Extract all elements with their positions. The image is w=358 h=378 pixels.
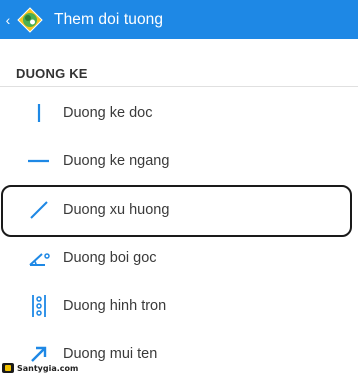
section-header: DUONG KE: [16, 66, 88, 81]
selection-highlight: [1, 185, 352, 237]
vertical-line-icon: [37, 104, 41, 122]
list-item-label: Duong ke doc: [63, 105, 153, 121]
angle-icon: [29, 253, 50, 266]
list-item-horizontal-line[interactable]: Duong ke ngang: [0, 137, 358, 185]
page-title: Them doi tuong: [54, 10, 164, 28]
section-divider: [0, 86, 358, 87]
horizontal-line-icon: [28, 159, 49, 163]
list-item-label: Duong mui ten: [63, 346, 158, 362]
app-bar: ‹ Them doi tuong: [0, 0, 358, 39]
watermark: Santygia.com: [2, 361, 78, 375]
app-logo-icon[interactable]: [17, 6, 43, 33]
list-item-angle-line[interactable]: Duong boi goc: [0, 234, 358, 282]
list-item-label: Duong ke ngang: [63, 153, 170, 169]
chevron-left-icon[interactable]: ‹: [1, 0, 15, 39]
list-item-label: Duong hinh tron: [63, 298, 167, 314]
list-item-label: Duong boi goc: [63, 250, 157, 266]
list-item-vertical-line[interactable]: Duong ke doc: [0, 89, 358, 137]
watermark-logo-icon: [2, 363, 14, 373]
watermark-text: Santygia.com: [17, 363, 79, 373]
cycle-lines-icon: [32, 295, 46, 317]
list-item-cycle-lines[interactable]: Duong hinh tron: [0, 282, 358, 330]
